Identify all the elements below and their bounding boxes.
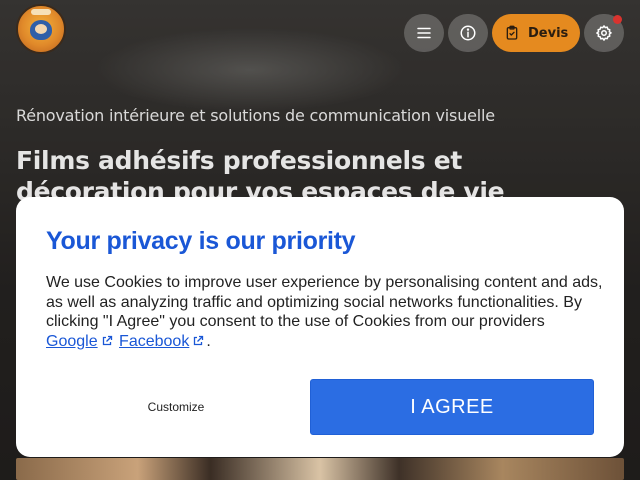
notification-badge [613,15,622,24]
cookie-consent-dialog: Your privacy is our priority We use Cook… [16,197,624,457]
gear-icon [596,25,612,41]
hero-subtitle: Rénovation intérieure et solutions de co… [16,106,495,125]
external-link-icon [194,335,204,345]
trailing-period: . [206,332,211,350]
hero-photo [16,458,624,480]
hamburger-menu-icon [417,27,431,39]
provider-link-facebook[interactable]: Facebook [119,333,189,350]
dialog-title: Your privacy is our priority [46,227,356,255]
customize-button[interactable]: Customize [46,379,306,435]
clipboard-check-icon [506,25,518,40]
dialog-body: We use Cookies to improve user experienc… [46,273,606,351]
info-icon [460,25,476,41]
devis-button[interactable]: Devis [492,14,580,52]
info-button[interactable] [448,14,488,52]
external-link-icon [102,335,112,345]
bear-mascot-logo[interactable] [16,4,66,54]
agree-button[interactable]: I AGREE [310,379,594,435]
menu-button[interactable] [404,14,444,52]
consent-text: We use Cookies to improve user experienc… [46,274,603,330]
provider-link-google[interactable]: Google [46,333,98,350]
devis-label: Devis [528,25,569,41]
